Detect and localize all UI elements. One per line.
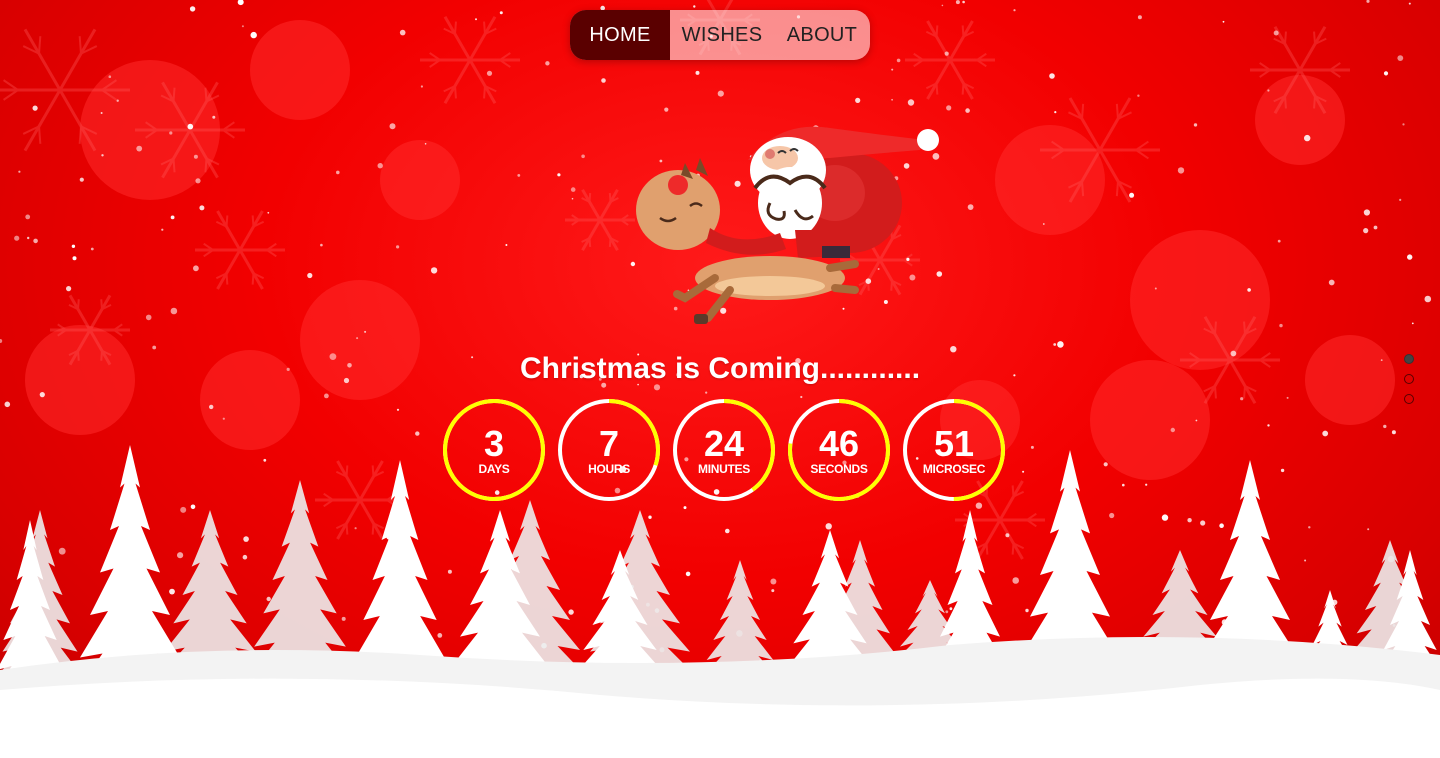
nav-wishes-link[interactable]: WISHES (670, 10, 774, 60)
nav-home-link[interactable]: HOME (570, 10, 670, 60)
slider-dot-3[interactable] (1404, 394, 1414, 404)
nav-about-link[interactable]: ABOUT (774, 10, 870, 60)
slider-dots (1403, 354, 1415, 410)
slider-dot-1[interactable] (1404, 354, 1414, 364)
slider-dot-2[interactable] (1404, 374, 1414, 384)
top-navigation: HOME WISHES ABOUT (570, 10, 870, 60)
pine-forest-silhouette (0, 445, 1440, 758)
headline: Christmas is Coming............ (519, 352, 921, 385)
santa-reindeer-illustration (636, 126, 939, 324)
